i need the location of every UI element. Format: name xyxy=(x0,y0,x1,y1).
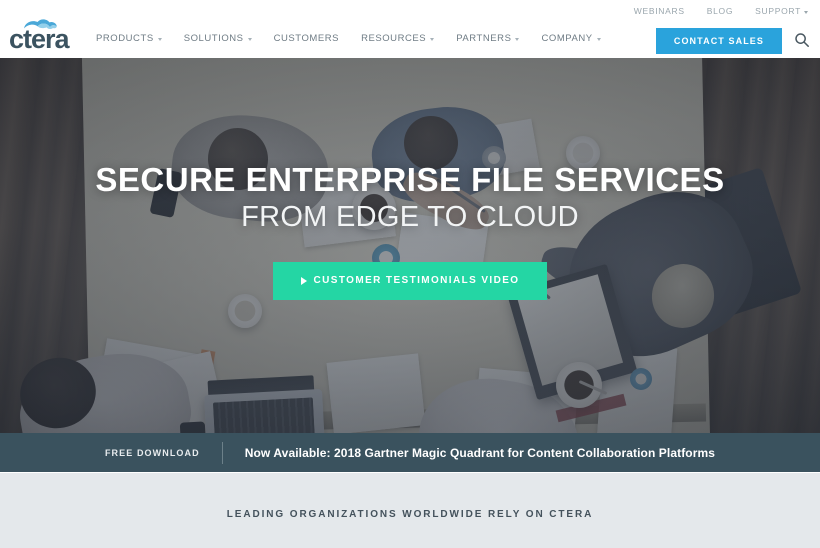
nav-item-label: SOLUTIONS xyxy=(183,33,244,44)
main-navigation: PRODUCTS SOLUTIONS CUSTOMERS RESOURCES P… xyxy=(96,33,601,44)
chevron-down-icon xyxy=(804,10,808,14)
nav-item-label: RESOURCES xyxy=(361,33,427,44)
hero-section: SECURE ENTERPRISE FILE SERVICES FROM EDG… xyxy=(0,58,820,433)
site-logo[interactable]: ctera xyxy=(8,16,86,52)
nav-item-partners[interactable]: PARTNERS xyxy=(456,33,520,44)
hero-content: SECURE ENTERPRISE FILE SERVICES FROM EDG… xyxy=(0,58,820,433)
site-header: WEBINARS BLOG SUPPORT ctera PRODUCTS SOL… xyxy=(0,0,820,58)
hero-cta-label: CUSTOMER TESTIMONIALS VIDEO xyxy=(313,275,520,287)
nav-item-label: PARTNERS xyxy=(456,33,512,44)
hero-title: SECURE ENTERPRISE FILE SERVICES xyxy=(95,161,725,198)
nav-item-products[interactable]: PRODUCTS xyxy=(96,33,162,44)
search-icon xyxy=(795,32,809,47)
customer-testimonials-video-button[interactable]: CUSTOMER TESTIMONIALS VIDEO xyxy=(272,261,548,300)
contact-sales-button[interactable]: CONTACT SALES xyxy=(655,28,782,54)
page-root: WEBINARS BLOG SUPPORT ctera PRODUCTS SOL… xyxy=(0,0,820,548)
nav-item-company[interactable]: COMPANY xyxy=(541,33,601,44)
utility-link-support[interactable]: SUPPORT xyxy=(755,6,808,16)
chevron-down-icon xyxy=(596,38,601,41)
nav-item-label: CUSTOMERS xyxy=(273,33,340,44)
chevron-down-icon xyxy=(430,38,435,41)
svg-text:ctera: ctera xyxy=(9,24,71,52)
promo-banner: FREE DOWNLOAD Now Available: 2018 Gartne… xyxy=(0,433,820,473)
nav-item-label: PRODUCTS xyxy=(96,33,154,44)
utility-link-blog[interactable]: BLOG xyxy=(707,6,733,16)
utility-navigation: WEBINARS BLOG SUPPORT xyxy=(634,6,808,16)
free-download-link[interactable]: FREE DOWNLOAD xyxy=(105,448,200,458)
nav-item-label: COMPANY xyxy=(541,33,593,44)
play-icon xyxy=(300,276,307,285)
chevron-down-icon xyxy=(247,38,252,41)
utility-link-label: WEBINARS xyxy=(633,6,685,16)
banner-announcement-link[interactable]: Now Available: 2018 Gartner Magic Quadra… xyxy=(245,446,715,460)
nav-item-solutions[interactable]: SOLUTIONS xyxy=(184,33,252,44)
nav-item-resources[interactable]: RESOURCES xyxy=(361,33,435,44)
chevron-down-icon xyxy=(157,38,162,41)
search-button[interactable] xyxy=(792,31,812,51)
utility-link-label: SUPPORT xyxy=(755,6,801,16)
customer-logos-section: LEADING ORGANIZATIONS WORLDWIDE RELY ON … xyxy=(0,473,820,548)
chevron-down-icon xyxy=(515,38,520,41)
hero-subtitle: FROM EDGE TO CLOUD xyxy=(241,200,579,233)
utility-link-webinars[interactable]: WEBINARS xyxy=(634,6,685,16)
nav-item-customers[interactable]: CUSTOMERS xyxy=(274,33,339,44)
utility-link-label: BLOG xyxy=(706,6,734,16)
banner-divider xyxy=(221,441,223,464)
customer-logos-heading: LEADING ORGANIZATIONS WORLDWIDE RELY ON … xyxy=(226,509,594,520)
